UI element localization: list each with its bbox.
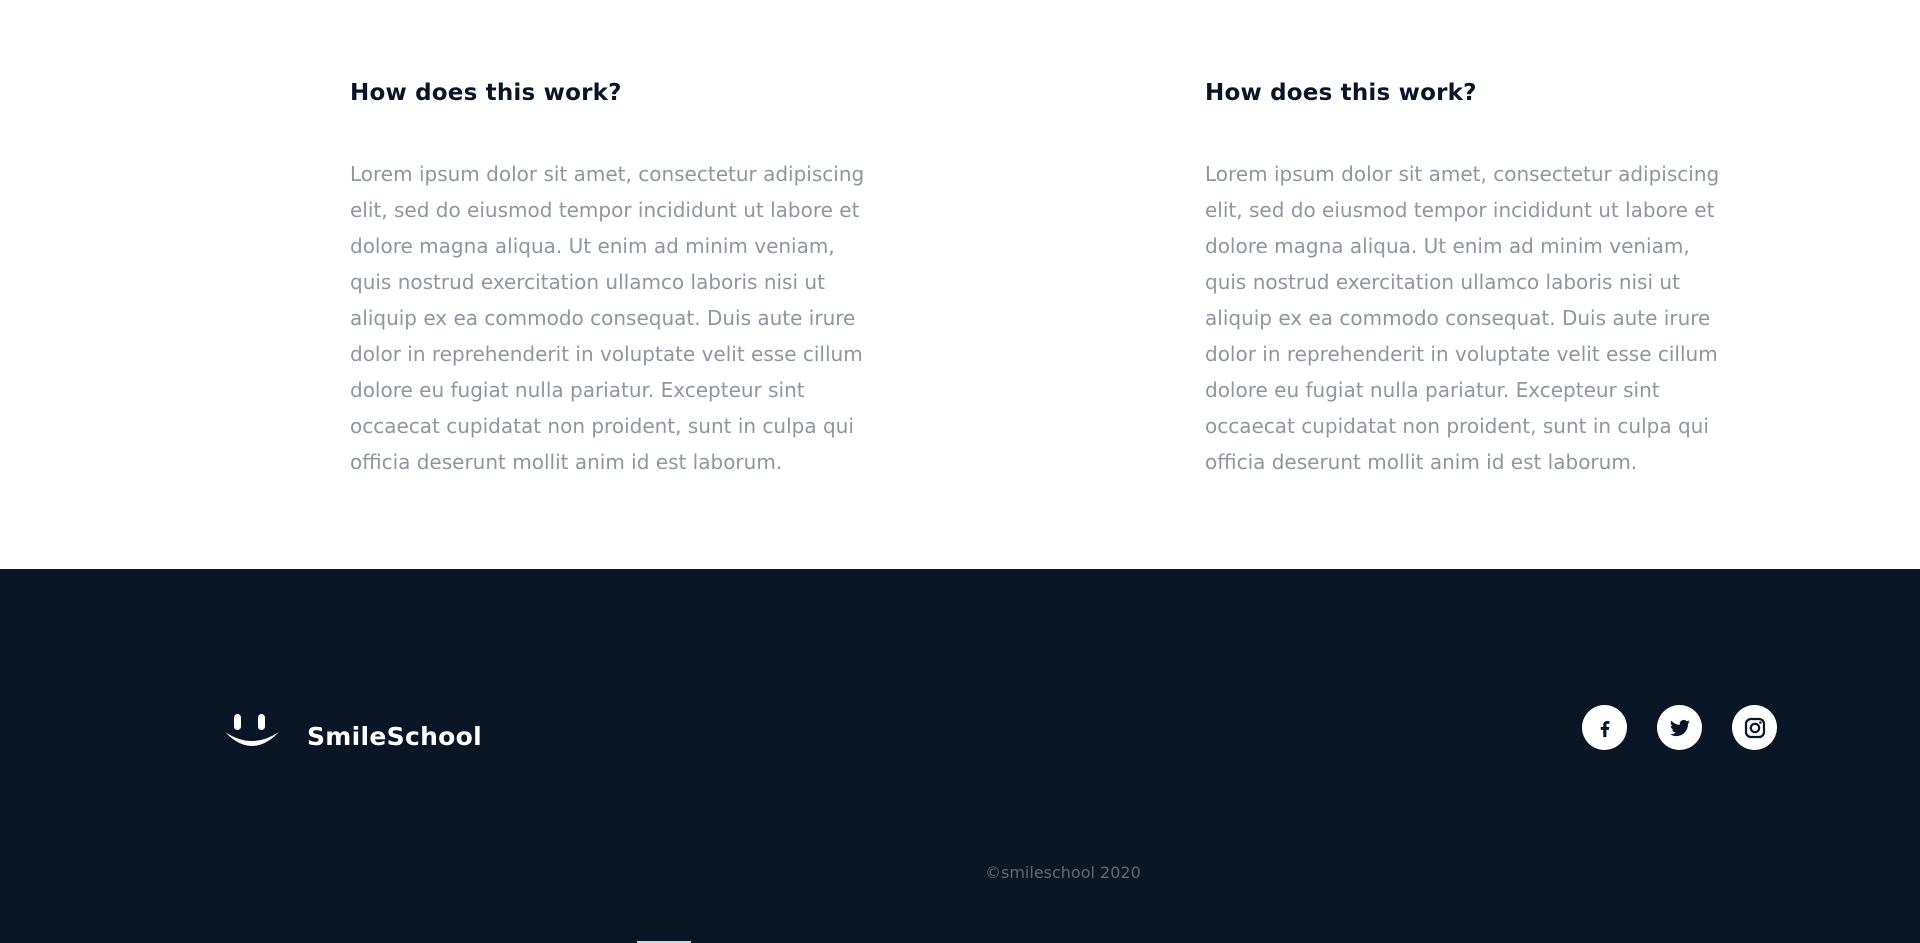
faq-title: How does this work? bbox=[350, 80, 622, 106]
brand-name: SmileSchool bbox=[307, 722, 482, 751]
copyright-text: ©smileschool 2020 bbox=[985, 863, 1141, 882]
facebook-link[interactable] bbox=[1582, 705, 1627, 750]
instagram-link[interactable] bbox=[1732, 705, 1777, 750]
twitter-icon bbox=[1669, 719, 1690, 736]
footer: SmileSchool ©smileschool 2020 bbox=[0, 569, 1920, 943]
smile-logo-icon bbox=[225, 714, 279, 746]
twitter-link[interactable] bbox=[1657, 705, 1702, 750]
facebook-icon bbox=[1600, 720, 1609, 737]
faq-title: How does this work? bbox=[1205, 80, 1477, 106]
faq-body: Lorem ipsum dolor sit amet, consectetur … bbox=[350, 162, 865, 474]
footer-logo[interactable]: SmileSchool bbox=[224, 710, 484, 764]
instagram-icon bbox=[1744, 717, 1765, 738]
faq-section: How does this work? Lorem ipsum dolor si… bbox=[0, 0, 1920, 569]
faq-body: Lorem ipsum dolor sit amet, consectetur … bbox=[1205, 162, 1720, 474]
